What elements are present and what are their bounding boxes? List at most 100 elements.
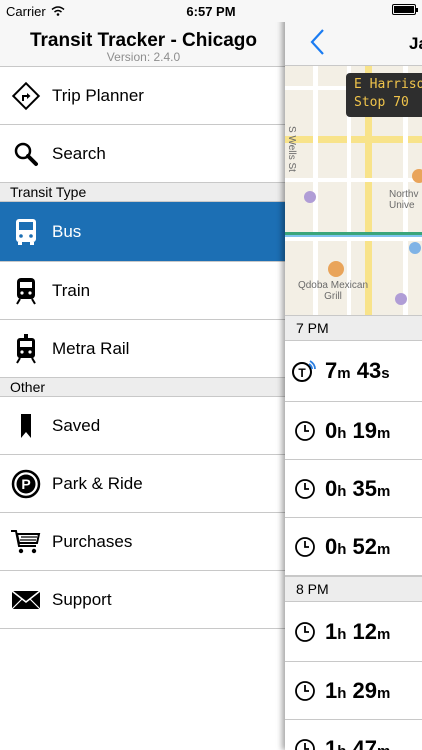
poi-label-line: Grill bbox=[324, 291, 342, 302]
directions-sign-icon bbox=[0, 81, 52, 111]
poi-label: Qdoba Mexican Grill bbox=[285, 280, 381, 302]
arrival-time: 1h 47m bbox=[325, 736, 390, 750]
menu-item-saved[interactable]: Saved bbox=[0, 397, 287, 455]
menu-item-label: Support bbox=[52, 589, 112, 609]
clock-icon bbox=[285, 680, 325, 702]
arrival-row[interactable]: 0h 52m bbox=[285, 518, 422, 576]
arrival-value: 19 bbox=[352, 417, 378, 443]
arrival-row[interactable]: 0h 35m bbox=[285, 460, 422, 518]
app-title: Transit Tracker - Chicago bbox=[29, 30, 258, 51]
arrival-value: 35 bbox=[352, 475, 378, 501]
arrival-unit: s bbox=[381, 365, 390, 382]
menu-item-label: Trip Planner bbox=[52, 85, 144, 105]
stop-detail-panel[interactable]: Ja bbox=[285, 0, 422, 750]
arrival-value: 1 bbox=[325, 735, 338, 750]
arrival-time: 7m 43s bbox=[325, 358, 390, 384]
svg-text:T: T bbox=[298, 366, 306, 380]
arrival-value: 7 bbox=[325, 358, 338, 383]
arrival-unit: m bbox=[337, 365, 351, 382]
menu-item-purchases[interactable]: Purchases bbox=[0, 513, 287, 571]
menu-item-bus[interactable]: Bus bbox=[0, 202, 287, 262]
time-group-header: 7 PM bbox=[285, 315, 422, 341]
menu-item-metra-rail[interactable]: Metra Rail bbox=[0, 320, 287, 378]
arrival-value: 0 bbox=[325, 417, 338, 443]
arrival-unit: m bbox=[377, 482, 391, 500]
map-view[interactable]: E Harriso Stop 70 S Wells St Qdoba Mexic… bbox=[285, 66, 422, 315]
poi-label-line: Qdoba Mexican bbox=[297, 280, 369, 291]
arrival-row[interactable]: T 7m 43s bbox=[285, 341, 422, 402]
menu-item-support[interactable]: Support bbox=[0, 571, 287, 629]
poi-label-north: Northv Unive bbox=[389, 189, 422, 211]
arrival-value: 0 bbox=[325, 475, 338, 501]
arrival-unit: h bbox=[337, 743, 346, 750]
arrival-row[interactable]: 1h 29m bbox=[285, 662, 422, 720]
menu-item-label: Train bbox=[52, 280, 91, 300]
arrival-time: 1h 29m bbox=[325, 678, 390, 704]
arrival-row[interactable]: 1h 12m bbox=[285, 602, 422, 662]
arrival-value: 52 bbox=[352, 533, 378, 559]
clock-icon bbox=[285, 621, 325, 643]
arrival-unit: h bbox=[337, 540, 347, 558]
arrival-time: 1h 12m bbox=[325, 619, 390, 645]
time-group-header: 8 PM bbox=[285, 576, 422, 602]
arrival-unit: h bbox=[337, 482, 347, 500]
arrival-time: 0h 35m bbox=[325, 476, 390, 502]
arrival-value: 0 bbox=[325, 533, 338, 559]
bookmark-icon bbox=[0, 412, 52, 440]
svg-text:P: P bbox=[21, 476, 30, 492]
battery-icon bbox=[392, 4, 418, 15]
status-bar: Carrier 6:57 PM bbox=[0, 0, 422, 22]
app-version: Version: 2.4.0 bbox=[106, 50, 181, 64]
bus-icon bbox=[0, 217, 52, 247]
arrival-value: 29 bbox=[352, 677, 378, 703]
arrival-unit: h bbox=[337, 625, 347, 643]
arrival-value: 47 bbox=[352, 735, 378, 750]
arrival-unit: m bbox=[377, 743, 390, 750]
side-menu: Transit Tracker - Chicago Version: 2.4.0… bbox=[0, 0, 287, 750]
metra-rail-icon bbox=[0, 333, 52, 365]
arrival-value: 12 bbox=[352, 618, 378, 644]
arrival-time: 0h 52m bbox=[325, 534, 390, 560]
poi-label-line: Unive bbox=[389, 200, 415, 211]
clock-icon bbox=[285, 536, 325, 558]
clock-icon bbox=[285, 478, 325, 500]
callout-line-2: Stop 70 bbox=[354, 95, 409, 110]
train-icon bbox=[0, 276, 52, 306]
tracking-icon: T bbox=[285, 357, 325, 385]
back-chevron-icon[interactable] bbox=[309, 28, 325, 64]
arrival-unit: h bbox=[337, 424, 347, 442]
search-icon bbox=[0, 140, 52, 168]
menu-item-park-ride[interactable]: P Park & Ride bbox=[0, 455, 287, 513]
menu-item-label: Saved bbox=[52, 415, 101, 435]
menu-item-search[interactable]: Search bbox=[0, 125, 287, 183]
arrival-row[interactable]: 0h 19m bbox=[285, 402, 422, 460]
street-label: S Wells St bbox=[286, 126, 297, 172]
envelope-icon bbox=[0, 588, 52, 612]
arrival-unit: h bbox=[337, 684, 347, 702]
panel-title: Ja bbox=[409, 34, 422, 53]
clock-icon bbox=[285, 420, 325, 442]
arrival-value: 1 bbox=[325, 677, 338, 703]
cart-icon bbox=[0, 528, 52, 556]
arrival-unit: m bbox=[377, 625, 391, 643]
stop-callout[interactable]: E Harriso Stop 70 bbox=[346, 73, 422, 117]
arrival-value: 1 bbox=[325, 618, 338, 644]
arrival-row[interactable]: 1h 47m bbox=[285, 720, 422, 750]
menu-item-label: Metra Rail bbox=[52, 338, 130, 358]
poi-label-line: Northv bbox=[389, 189, 419, 200]
arrival-time: 0h 19m bbox=[325, 418, 390, 444]
status-time: 6:57 PM bbox=[186, 4, 236, 19]
arrival-unit: m bbox=[377, 684, 391, 702]
parking-icon: P bbox=[0, 469, 52, 499]
callout-line-1: E Harriso bbox=[354, 77, 422, 92]
menu-header: Transit Tracker - Chicago Version: 2.4.0 bbox=[0, 22, 287, 67]
arrival-value: 43 bbox=[356, 358, 382, 383]
menu-item-trip-planner[interactable]: Trip Planner bbox=[0, 67, 287, 125]
menu-item-label: Search bbox=[52, 143, 106, 163]
section-header-other: Other bbox=[0, 378, 287, 397]
menu-item-train[interactable]: Train bbox=[0, 262, 287, 320]
menu-item-label: Bus bbox=[52, 221, 82, 241]
menu-item-label: Park & Ride bbox=[52, 473, 143, 493]
clock-icon bbox=[285, 738, 325, 750]
menu-item-label: Purchases bbox=[52, 531, 133, 551]
